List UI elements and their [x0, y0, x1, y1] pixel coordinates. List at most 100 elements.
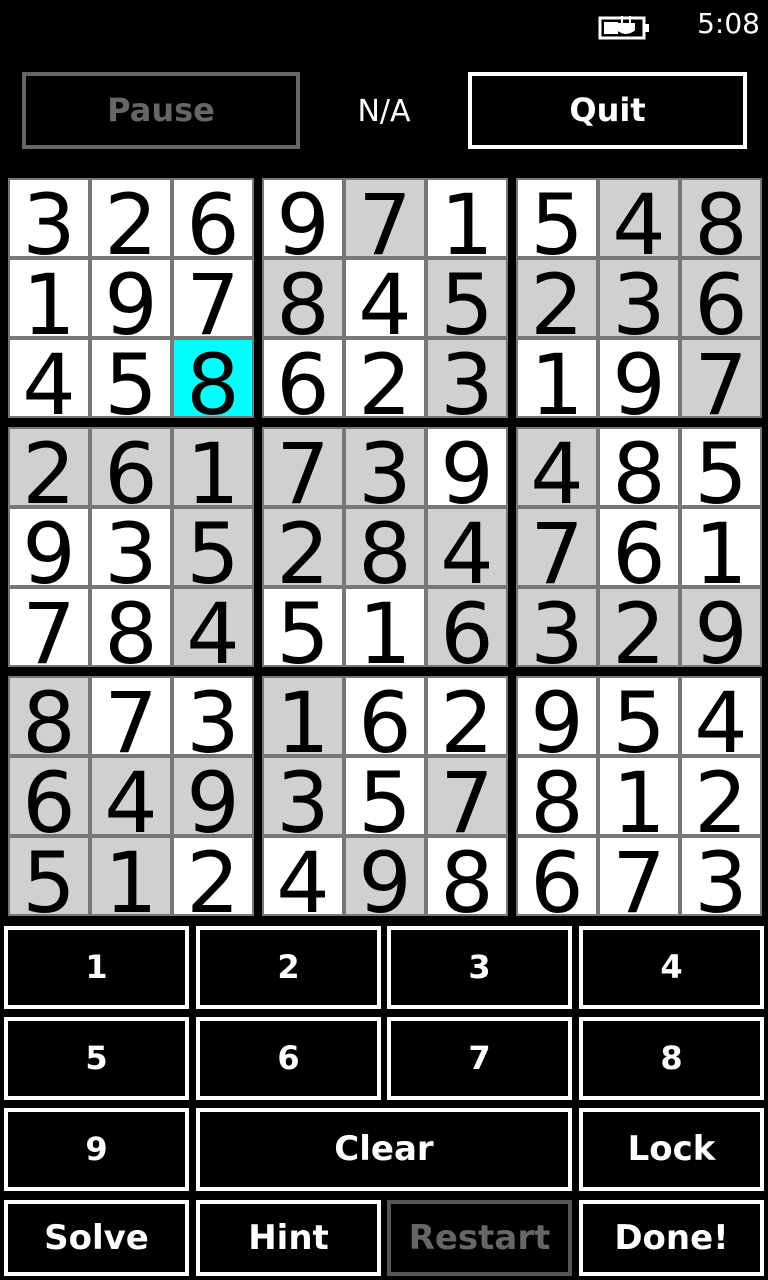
- sudoku-cell[interactable]: 1: [90, 836, 172, 916]
- sudoku-cell[interactable]: 6: [516, 836, 598, 916]
- timer-label: N/A: [357, 94, 411, 129]
- sudoku-cell[interactable]: 7: [598, 836, 680, 916]
- quit-button[interactable]: Quit: [468, 72, 747, 149]
- sudoku-cell[interactable]: 5: [516, 178, 598, 258]
- battery-charging-icon: [598, 16, 649, 40]
- sudoku-cell[interactable]: 4: [8, 338, 90, 418]
- sudoku-cell[interactable]: 3: [516, 587, 598, 667]
- keypad-digit-3[interactable]: 3: [387, 926, 572, 1009]
- sudoku-cell[interactable]: 5: [8, 836, 90, 916]
- sudoku-cell[interactable]: 5: [680, 427, 762, 507]
- sudoku-cell[interactable]: 6: [680, 258, 762, 338]
- sudoku-cell[interactable]: 4: [262, 836, 344, 916]
- sudoku-cell[interactable]: 9: [344, 836, 426, 916]
- sudoku-cell[interactable]: 6: [8, 756, 90, 836]
- solve-button[interactable]: Solve: [4, 1200, 189, 1276]
- sudoku-cell[interactable]: 2: [426, 676, 508, 756]
- sudoku-cell[interactable]: 6: [262, 338, 344, 418]
- sudoku-cell[interactable]: 1: [344, 587, 426, 667]
- sudoku-cell[interactable]: 4: [598, 178, 680, 258]
- sudoku-cell[interactable]: 5: [172, 507, 254, 587]
- sudoku-cell[interactable]: 2: [680, 756, 762, 836]
- sudoku-cell[interactable]: 2: [90, 178, 172, 258]
- keypad-digit-4[interactable]: 4: [579, 926, 764, 1009]
- sudoku-cell[interactable]: 7: [516, 507, 598, 587]
- keypad-digit-6[interactable]: 6: [196, 1017, 381, 1100]
- done-button[interactable]: Done!: [579, 1200, 764, 1276]
- sudoku-cell[interactable]: 7: [426, 756, 508, 836]
- sudoku-cell[interactable]: 5: [90, 338, 172, 418]
- keypad-digit-9[interactable]: 9: [4, 1108, 189, 1191]
- sudoku-cell[interactable]: 2: [8, 427, 90, 507]
- sudoku-cell[interactable]: 8: [680, 178, 762, 258]
- sudoku-cell[interactable]: 6: [90, 427, 172, 507]
- keypad-digit-8[interactable]: 8: [579, 1017, 764, 1100]
- sudoku-cell[interactable]: 4: [344, 258, 426, 338]
- sudoku-cell[interactable]: 4: [426, 507, 508, 587]
- sudoku-cell[interactable]: 6: [598, 507, 680, 587]
- sudoku-cell[interactable]: 5: [598, 676, 680, 756]
- sudoku-cell[interactable]: 9: [172, 756, 254, 836]
- sudoku-cell[interactable]: 3: [344, 427, 426, 507]
- sudoku-cell[interactable]: 3: [598, 258, 680, 338]
- sudoku-cell[interactable]: 7: [90, 676, 172, 756]
- sudoku-cell[interactable]: 3: [90, 507, 172, 587]
- sudoku-cell[interactable]: 1: [516, 338, 598, 418]
- sudoku-cell[interactable]: 4: [516, 427, 598, 507]
- sudoku-cell[interactable]: 5: [344, 756, 426, 836]
- pause-button[interactable]: Pause: [22, 72, 300, 149]
- sudoku-cell[interactable]: 3: [172, 676, 254, 756]
- sudoku-cell[interactable]: 2: [598, 587, 680, 667]
- sudoku-cell[interactable]: 9: [680, 587, 762, 667]
- keypad-digit-2[interactable]: 2: [196, 926, 381, 1009]
- sudoku-cell[interactable]: 1: [8, 258, 90, 338]
- sudoku-cell[interactable]: 2: [344, 338, 426, 418]
- sudoku-cell[interactable]: 9: [262, 178, 344, 258]
- keypad-digit-1[interactable]: 1: [4, 926, 189, 1009]
- sudoku-cell[interactable]: 8: [8, 676, 90, 756]
- sudoku-cell[interactable]: 1: [426, 178, 508, 258]
- sudoku-cell[interactable]: 9: [426, 427, 508, 507]
- sudoku-cell[interactable]: 1: [262, 676, 344, 756]
- sudoku-cell[interactable]: 6: [344, 676, 426, 756]
- sudoku-cell[interactable]: 4: [680, 676, 762, 756]
- sudoku-cell[interactable]: 8: [344, 507, 426, 587]
- hint-button[interactable]: Hint: [196, 1200, 381, 1276]
- sudoku-cell[interactable]: 4: [172, 587, 254, 667]
- sudoku-cell[interactable]: 7: [262, 427, 344, 507]
- clear-button[interactable]: Clear: [196, 1108, 572, 1191]
- sudoku-cell[interactable]: 9: [516, 676, 598, 756]
- sudoku-cell[interactable]: 2: [516, 258, 598, 338]
- keypad-digit-7[interactable]: 7: [387, 1017, 572, 1100]
- sudoku-cell[interactable]: 9: [90, 258, 172, 338]
- sudoku-cell[interactable]: 2: [262, 507, 344, 587]
- sudoku-cell[interactable]: 7: [172, 258, 254, 338]
- restart-button[interactable]: Restart: [387, 1200, 572, 1276]
- sudoku-cell[interactable]: 7: [344, 178, 426, 258]
- sudoku-cell[interactable]: 1: [598, 756, 680, 836]
- sudoku-cell[interactable]: 6: [426, 587, 508, 667]
- sudoku-cell[interactable]: 8: [516, 756, 598, 836]
- sudoku-cell[interactable]: 8: [172, 338, 254, 418]
- sudoku-cell[interactable]: 3: [8, 178, 90, 258]
- sudoku-cell[interactable]: 3: [680, 836, 762, 916]
- sudoku-cell[interactable]: 8: [262, 258, 344, 338]
- sudoku-cell[interactable]: 1: [680, 507, 762, 587]
- sudoku-cell[interactable]: 9: [598, 338, 680, 418]
- sudoku-cell[interactable]: 7: [8, 587, 90, 667]
- sudoku-cell[interactable]: 3: [262, 756, 344, 836]
- sudoku-cell[interactable]: 8: [426, 836, 508, 916]
- sudoku-cell[interactable]: 2: [172, 836, 254, 916]
- sudoku-cell[interactable]: 8: [598, 427, 680, 507]
- lock-button[interactable]: Lock: [579, 1108, 764, 1191]
- sudoku-cell[interactable]: 9: [8, 507, 90, 587]
- keypad-digit-5[interactable]: 5: [4, 1017, 189, 1100]
- sudoku-cell[interactable]: 5: [262, 587, 344, 667]
- sudoku-cell[interactable]: 3: [426, 338, 508, 418]
- sudoku-cell[interactable]: 5: [426, 258, 508, 338]
- sudoku-cell[interactable]: 4: [90, 756, 172, 836]
- sudoku-cell[interactable]: 8: [90, 587, 172, 667]
- sudoku-cell[interactable]: 6: [172, 178, 254, 258]
- sudoku-cell[interactable]: 7: [680, 338, 762, 418]
- sudoku-cell[interactable]: 1: [172, 427, 254, 507]
